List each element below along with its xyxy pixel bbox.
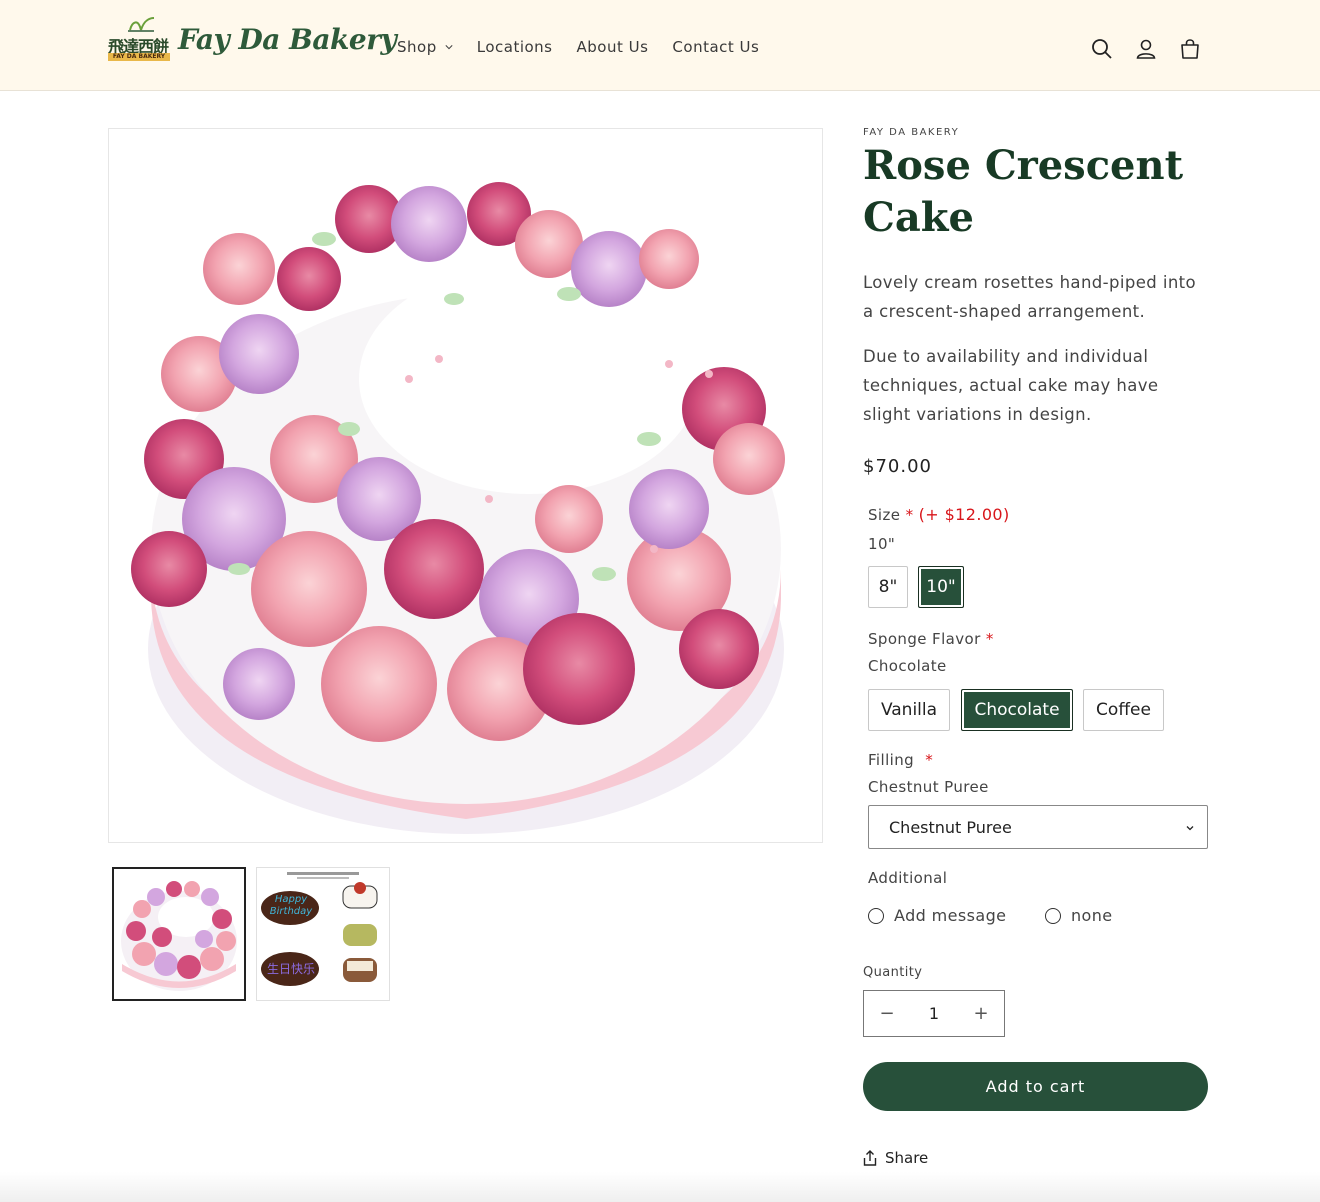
sponge-option-coffee[interactable]: Coffee — [1083, 689, 1164, 731]
none-label: none — [1071, 906, 1113, 925]
quantity-label: Quantity — [863, 965, 923, 980]
size-option-8[interactable]: 8" — [868, 566, 908, 608]
cart-icon[interactable] — [1178, 37, 1202, 61]
site-logo[interactable]: 飛達西餅 FAY DA BAKERY Fay Da Bakery — [108, 16, 397, 62]
sponge-option-chocolate[interactable]: Chocolate — [961, 689, 1073, 731]
size-extra-price: (+ $12.00) — [918, 505, 1010, 524]
filling-selected-value: Chestnut Puree — [868, 778, 989, 796]
radio-add-message[interactable] — [868, 907, 884, 924]
sponge-label-text: Sponge Flavor — [868, 630, 981, 648]
thumbnail-message-options[interactable]: Happy Birthday 生日快乐 — [256, 867, 390, 1001]
happy-birthday-text: Happy Birthday — [269, 894, 313, 917]
chevron-down-icon — [445, 45, 453, 50]
thumbnail-message-image — [261, 872, 378, 986]
share-icon — [863, 1150, 877, 1166]
size-selected-value: 10" — [868, 535, 896, 553]
share-label: Share — [885, 1149, 929, 1167]
additional-option-add-message[interactable]: Add message — [868, 906, 1006, 925]
account-icon[interactable] — [1134, 37, 1158, 61]
main-nav: Shop Locations About Us Contact Us — [397, 38, 783, 56]
radio-none[interactable] — [1045, 907, 1061, 924]
additional-option-none[interactable]: none — [1045, 906, 1113, 925]
filling-select[interactable]: Chestnut Puree — [868, 805, 1208, 849]
size-label-text: Size — [868, 506, 901, 524]
nav-shop-label: Shop — [397, 38, 437, 56]
nav-locations[interactable]: Locations — [477, 38, 553, 56]
chevron-down-icon — [1186, 826, 1194, 831]
size-option-10[interactable]: 10" — [918, 566, 964, 608]
search-icon[interactable] — [1090, 37, 1114, 61]
quantity-increase-button[interactable]: + — [958, 991, 1004, 1036]
filling-label: Filling * — [868, 751, 933, 769]
nav-about-us[interactable]: About Us — [577, 38, 649, 56]
site-header: 飛達西餅 FAY DA BAKERY Fay Da Bakery Shop Lo… — [0, 0, 1320, 91]
thumbnail-cake-image — [121, 881, 237, 991]
filling-required-mark: * — [925, 751, 934, 769]
logo-script-text: Fay Da Bakery — [178, 22, 397, 56]
additional-label: Additional — [868, 869, 948, 887]
share-button[interactable]: Share — [863, 1149, 928, 1167]
nav-shop[interactable]: Shop — [397, 38, 453, 56]
product-title: Rose Crescent Cake — [863, 142, 1184, 241]
logo-badge: 飛達西餅 FAY DA BAKERY — [108, 16, 170, 62]
sponge-label: Sponge Flavor * — [868, 630, 994, 648]
product-description-1: Lovely cream rosettes hand-piped into a … — [863, 273, 1197, 321]
footer-edge — [0, 1172, 1320, 1202]
header-icons — [1090, 37, 1202, 61]
size-label: Size * (+ $12.00) — [868, 505, 1010, 524]
product-vendor: FAY DA BAKERY — [863, 127, 960, 138]
product-main-image[interactable] — [108, 128, 823, 843]
chinese-birthday-text: 生日快乐 — [266, 962, 315, 976]
quantity-input[interactable]: 1 — [929, 1004, 939, 1023]
leaf-icon — [128, 17, 155, 32]
cake-image — [131, 182, 785, 834]
quantity-decrease-button[interactable]: − — [864, 991, 910, 1036]
add-message-label: Add message — [894, 906, 1007, 925]
sponge-selected-value: Chocolate — [868, 657, 947, 675]
filling-select-value: Chestnut Puree — [889, 817, 1012, 837]
filling-label-text: Filling — [868, 751, 915, 769]
thumbnail-cake-photo[interactable] — [112, 867, 246, 1001]
quantity-stepper: − 1 + — [863, 990, 1005, 1037]
product-description-2: Due to availability and individual techn… — [863, 347, 1159, 424]
add-to-cart-button[interactable]: Add to cart — [863, 1062, 1208, 1111]
nav-contact-us[interactable]: Contact Us — [672, 38, 759, 56]
sponge-option-vanilla[interactable]: Vanilla — [868, 689, 950, 731]
logo-subtext: FAY DA BAKERY — [108, 53, 170, 61]
size-required-mark: * — [905, 506, 914, 524]
product-price: $70.00 — [863, 456, 932, 477]
sponge-required-mark: * — [985, 630, 994, 648]
